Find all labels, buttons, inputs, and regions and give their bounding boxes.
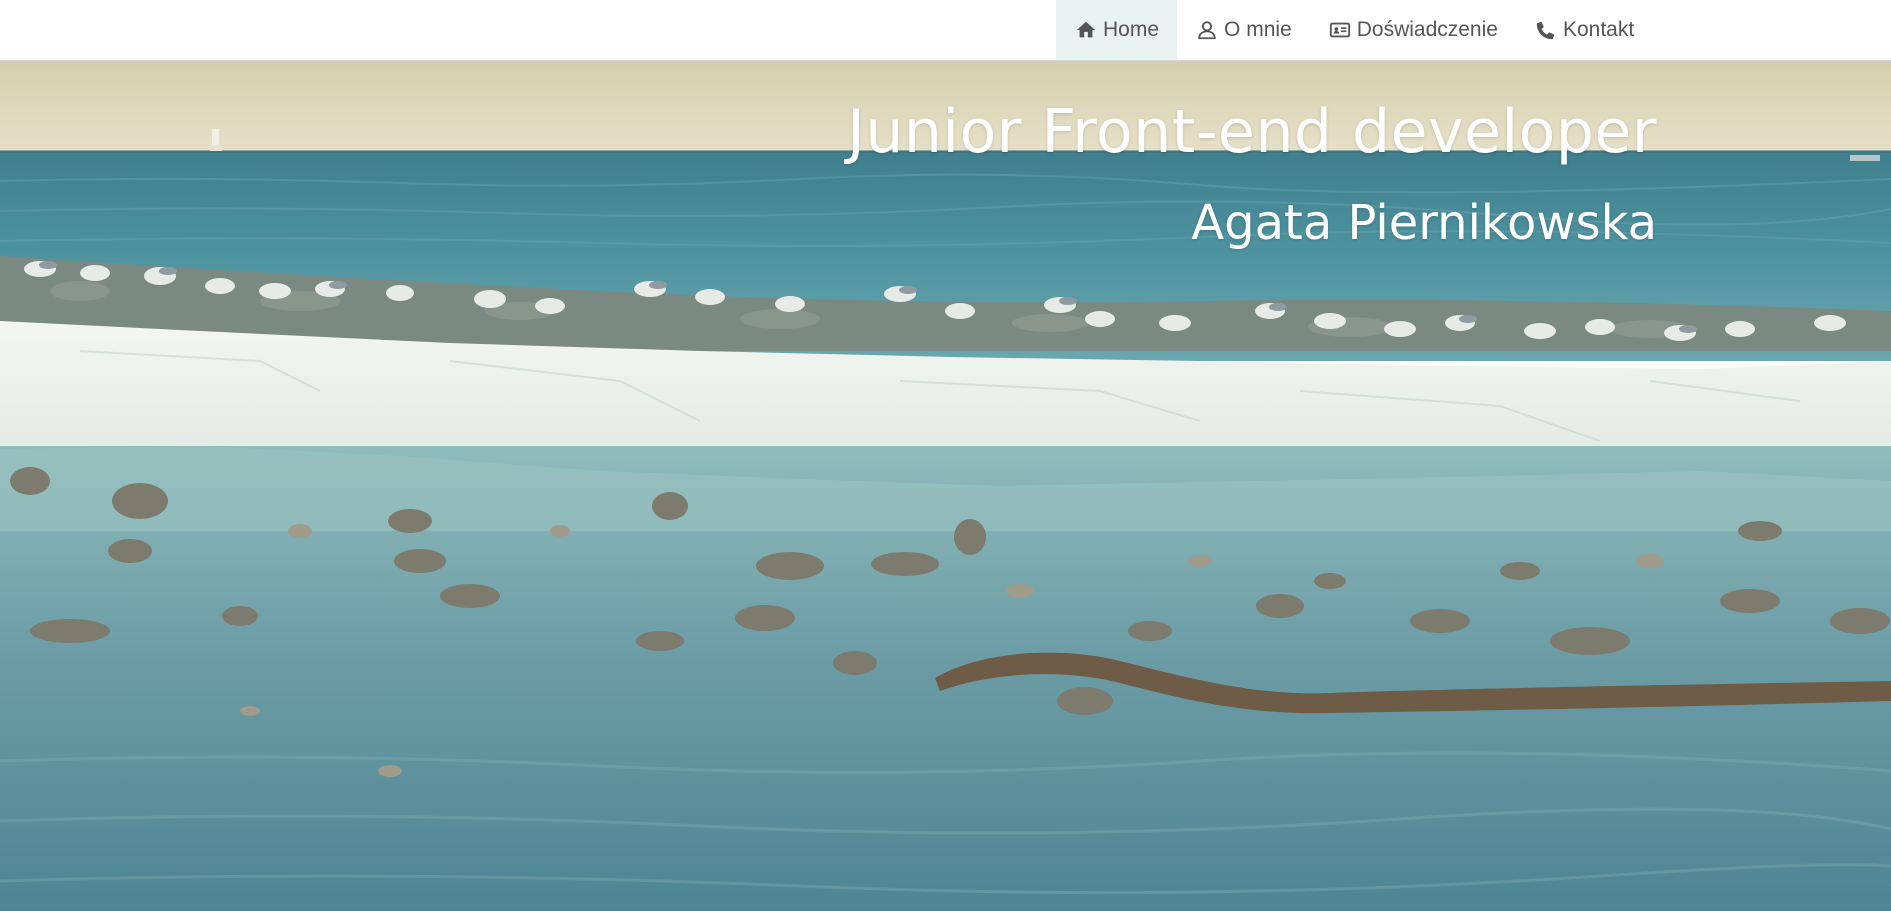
nav-item-kontakt[interactable]: Kontakt [1516, 0, 1652, 60]
phone-icon [1534, 18, 1558, 42]
nav-menu: Home O mnie Doświadczenie Kontakt [1056, 0, 1652, 60]
hero-section: Junior Front-end developer Agata Piernik… [0, 61, 1891, 911]
hero-background-photo [0, 61, 1891, 911]
nav-item-label: O mnie [1224, 18, 1292, 41]
hero-title: Junior Front-end developer [847, 97, 1657, 167]
user-icon [1195, 18, 1219, 42]
nav-item-label: Home [1103, 18, 1160, 41]
nav-item-home[interactable]: Home [1056, 0, 1178, 60]
home-icon [1074, 18, 1098, 42]
nav-item-doswiadczenie[interactable]: Doświadczenie [1310, 0, 1516, 60]
nav-item-label: Kontakt [1562, 18, 1635, 41]
hero-subtitle: Agata Piernikowska [1191, 195, 1657, 251]
navbar: Home O mnie Doświadczenie Kontakt [0, 0, 1891, 61]
nav-item-label: Doświadczenie [1356, 18, 1498, 41]
id-card-icon [1328, 18, 1352, 42]
nav-item-o-mnie[interactable]: O mnie [1177, 0, 1310, 60]
